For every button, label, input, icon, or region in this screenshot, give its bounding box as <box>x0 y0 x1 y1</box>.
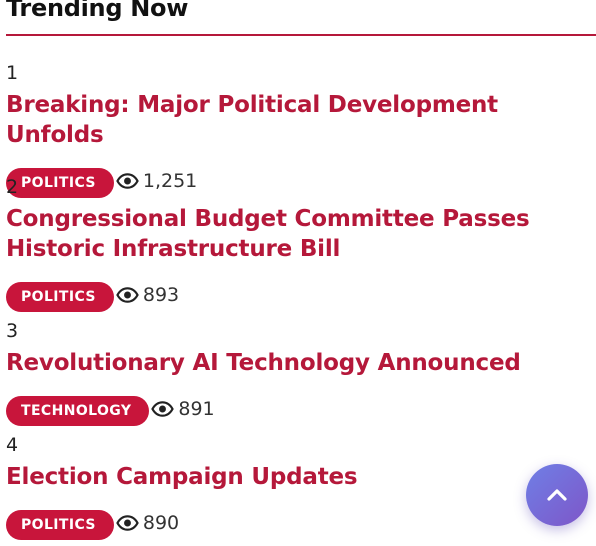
trending-meta: POLITICS 893 <box>6 282 591 312</box>
trending-item: 3 Revolutionary AI Technology Announced … <box>6 320 591 426</box>
section-title: Trending Now <box>6 0 189 22</box>
trending-title-link[interactable]: Breaking: Major Political Development Un… <box>6 90 591 150</box>
trending-title-link[interactable]: Election Campaign Updates <box>6 462 591 492</box>
views-count: 890 <box>142 512 180 534</box>
trending-item: 2 Congressional Budget Committee Passes … <box>6 176 591 312</box>
category-badge[interactable]: POLITICS <box>6 510 114 540</box>
views-count: 891 <box>178 398 215 420</box>
category-badge[interactable]: POLITICS <box>6 282 114 312</box>
trending-rank: 2 <box>6 176 19 198</box>
trending-item: 4 Election Campaign Updates POLITICS 890 <box>6 434 591 540</box>
trending-meta: POLITICS 890 <box>6 510 591 540</box>
view-count: 890 <box>116 512 179 534</box>
trending-title-link[interactable]: Congressional Budget Committee Passes Hi… <box>6 204 591 264</box>
trending-rank: 3 <box>6 320 19 342</box>
eye-icon <box>116 515 139 531</box>
view-count: 891 <box>151 398 215 420</box>
trending-rank: 1 <box>6 62 19 84</box>
eye-icon <box>116 287 139 303</box>
category-badge[interactable]: TECHNOLOGY <box>6 396 150 426</box>
eye-icon <box>151 401 175 417</box>
view-count: 893 <box>116 284 179 306</box>
trending-rank: 4 <box>6 434 19 456</box>
scroll-to-top-button[interactable] <box>526 464 588 526</box>
trending-meta: TECHNOLOGY 891 <box>6 396 591 426</box>
chevron-up-icon <box>547 489 567 501</box>
trending-title-link[interactable]: Revolutionary AI Technology Announced <box>6 348 591 378</box>
views-count: 893 <box>142 284 180 306</box>
section-divider <box>6 34 596 36</box>
